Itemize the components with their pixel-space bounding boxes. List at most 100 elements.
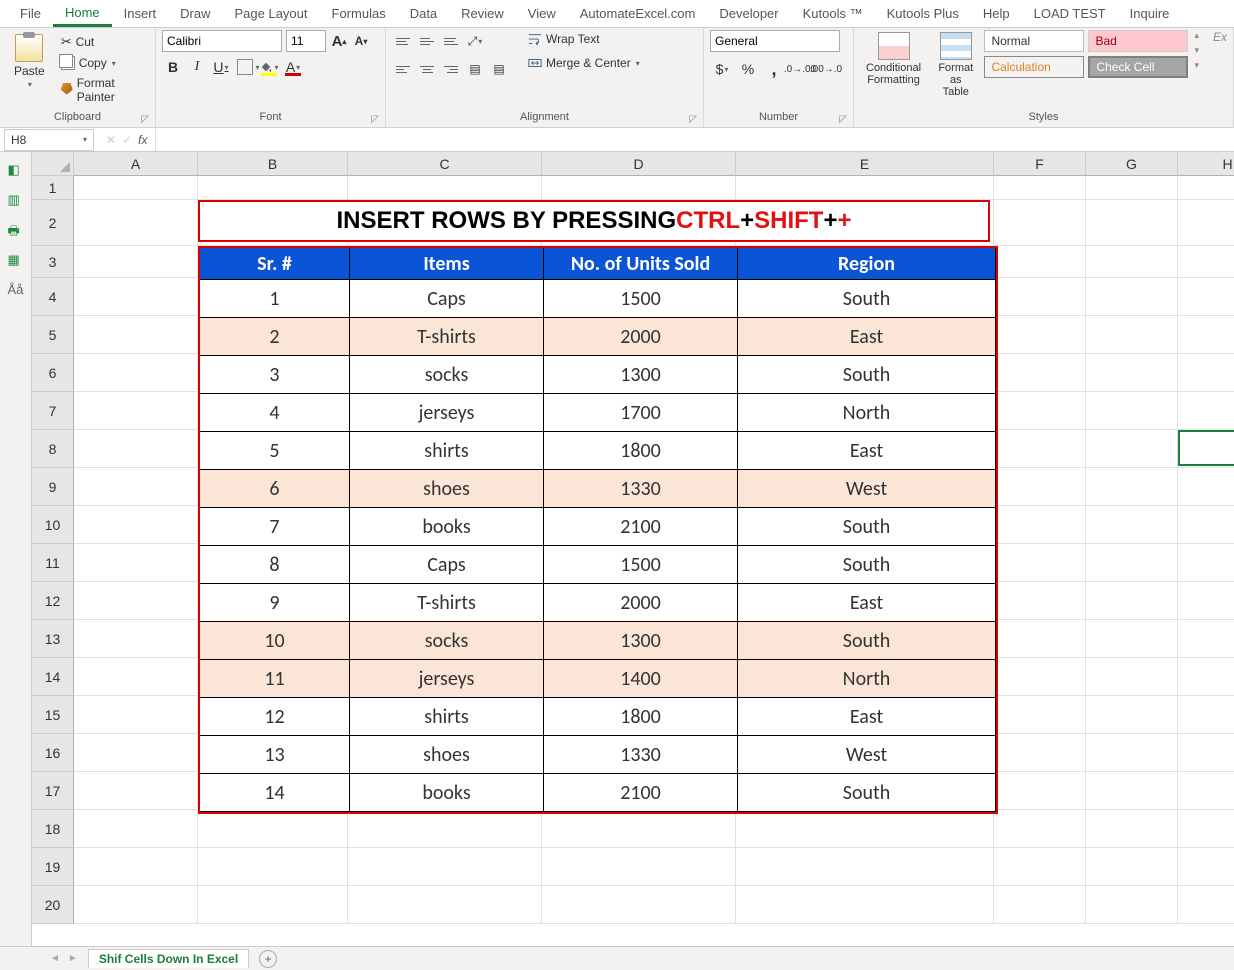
align-right-button[interactable] xyxy=(440,58,462,80)
table-cell[interactable]: 8 xyxy=(200,546,350,584)
align-left-button[interactable] xyxy=(392,58,414,80)
table-cell[interactable]: T-shirts xyxy=(350,584,544,622)
cell[interactable] xyxy=(74,246,198,278)
cell[interactable] xyxy=(1178,354,1234,392)
cell[interactable] xyxy=(542,886,736,924)
cell[interactable] xyxy=(1086,316,1178,354)
cell[interactable] xyxy=(1178,316,1234,354)
col-header-D[interactable]: D xyxy=(542,152,736,176)
tab-home[interactable]: Home xyxy=(53,1,112,27)
table-cell[interactable]: South xyxy=(738,508,996,546)
cell[interactable] xyxy=(74,392,198,430)
table-cell[interactable]: 12 xyxy=(200,698,350,736)
cell[interactable] xyxy=(994,544,1086,582)
tab-view[interactable]: View xyxy=(516,2,568,25)
table-cell[interactable]: East xyxy=(738,698,996,736)
table-cell[interactable]: 1300 xyxy=(544,622,738,660)
cell[interactable] xyxy=(74,200,198,246)
cell[interactable] xyxy=(1086,278,1178,316)
table-cell[interactable]: 5 xyxy=(200,432,350,470)
table-cell[interactable]: shirts xyxy=(350,432,544,470)
table-cell[interactable]: 6 xyxy=(200,470,350,508)
align-center-button[interactable] xyxy=(416,58,438,80)
cell[interactable] xyxy=(542,176,736,200)
orientation-button[interactable]: ⤢▾ xyxy=(464,30,486,52)
row-header-10[interactable]: 10 xyxy=(32,506,74,544)
gutter-icon[interactable]: Åå xyxy=(8,282,24,298)
table-cell[interactable]: 11 xyxy=(200,660,350,698)
cell[interactable] xyxy=(1086,696,1178,734)
row-header-19[interactable]: 19 xyxy=(32,848,74,886)
cell[interactable] xyxy=(1086,392,1178,430)
cell[interactable] xyxy=(1086,200,1178,246)
cell[interactable] xyxy=(736,886,994,924)
row-header-6[interactable]: 6 xyxy=(32,354,74,392)
prev-sheet-icon[interactable]: ◄ xyxy=(50,953,60,964)
cell[interactable] xyxy=(74,620,198,658)
table-header[interactable]: No. of Units Sold xyxy=(544,248,738,280)
cell[interactable] xyxy=(74,810,198,848)
style-check-cell[interactable]: Check Cell xyxy=(1088,56,1188,78)
row-header-14[interactable]: 14 xyxy=(32,658,74,696)
fill-color-button[interactable]: ▾ xyxy=(258,56,280,78)
table-cell[interactable]: 1400 xyxy=(544,660,738,698)
font-color-button[interactable]: A▾ xyxy=(282,56,304,78)
cell[interactable] xyxy=(74,176,198,200)
table-cell[interactable]: T-shirts xyxy=(350,318,544,356)
cell[interactable] xyxy=(994,176,1086,200)
tab-kutools-[interactable]: Kutools ™ xyxy=(791,2,875,25)
table-cell[interactable]: socks xyxy=(350,356,544,394)
copy-button[interactable]: Copy▾ xyxy=(57,54,149,72)
table-cell[interactable]: South xyxy=(738,622,996,660)
row-header-20[interactable]: 20 xyxy=(32,886,74,924)
row-header-8[interactable]: 8 xyxy=(32,430,74,468)
cut-button[interactable]: Cut xyxy=(57,32,149,52)
name-box[interactable]: H8▾ xyxy=(4,129,94,151)
font-name-select[interactable] xyxy=(162,30,282,52)
style-bad[interactable]: Bad xyxy=(1088,30,1188,52)
table-cell[interactable]: North xyxy=(738,394,996,432)
row-header-12[interactable]: 12 xyxy=(32,582,74,620)
table-cell[interactable]: 4 xyxy=(200,394,350,432)
cell[interactable] xyxy=(74,696,198,734)
table-cell[interactable]: East xyxy=(738,584,996,622)
cell[interactable] xyxy=(1178,810,1234,848)
cell[interactable] xyxy=(1178,772,1234,810)
cell[interactable] xyxy=(1086,176,1178,200)
cell[interactable] xyxy=(1178,506,1234,544)
cell[interactable] xyxy=(994,392,1086,430)
comma-format-button[interactable]: , xyxy=(762,58,786,80)
table-cell[interactable]: shoes xyxy=(350,736,544,774)
wrap-text-button[interactable]: Wrap Text xyxy=(522,30,646,48)
cell[interactable] xyxy=(994,354,1086,392)
gallery-up-icon[interactable]: ▴ xyxy=(1194,30,1199,41)
cell[interactable] xyxy=(1086,468,1178,506)
table-cell[interactable]: Caps xyxy=(350,280,544,318)
cell[interactable] xyxy=(542,810,736,848)
italic-button[interactable]: I xyxy=(186,56,208,78)
cell[interactable] xyxy=(1086,506,1178,544)
cell[interactable] xyxy=(1086,246,1178,278)
table-cell[interactable]: 1800 xyxy=(544,432,738,470)
increase-indent-button[interactable]: ▤ xyxy=(488,58,510,80)
tab-kutools-plus[interactable]: Kutools Plus xyxy=(875,2,971,25)
table-header[interactable]: Sr. # xyxy=(200,248,350,280)
table-cell[interactable]: 2000 xyxy=(544,318,738,356)
cell[interactable] xyxy=(1178,848,1234,886)
cell[interactable] xyxy=(1178,278,1234,316)
row-header-3[interactable]: 3 xyxy=(32,246,74,278)
cell[interactable] xyxy=(994,696,1086,734)
cell[interactable] xyxy=(1086,582,1178,620)
cell[interactable] xyxy=(1178,620,1234,658)
number-format-select[interactable] xyxy=(710,30,840,52)
font-size-select[interactable] xyxy=(286,30,326,52)
align-top-button[interactable] xyxy=(392,30,414,52)
cell[interactable] xyxy=(1178,200,1234,246)
table-cell[interactable]: 3 xyxy=(200,356,350,394)
cell[interactable] xyxy=(994,246,1086,278)
table-cell[interactable]: South xyxy=(738,280,996,318)
table-header[interactable]: Region xyxy=(738,248,996,280)
shrink-font-button[interactable]: A▾ xyxy=(352,31,370,51)
cell[interactable] xyxy=(1086,544,1178,582)
dialog-launcher-icon[interactable]: ◸ xyxy=(839,114,847,125)
